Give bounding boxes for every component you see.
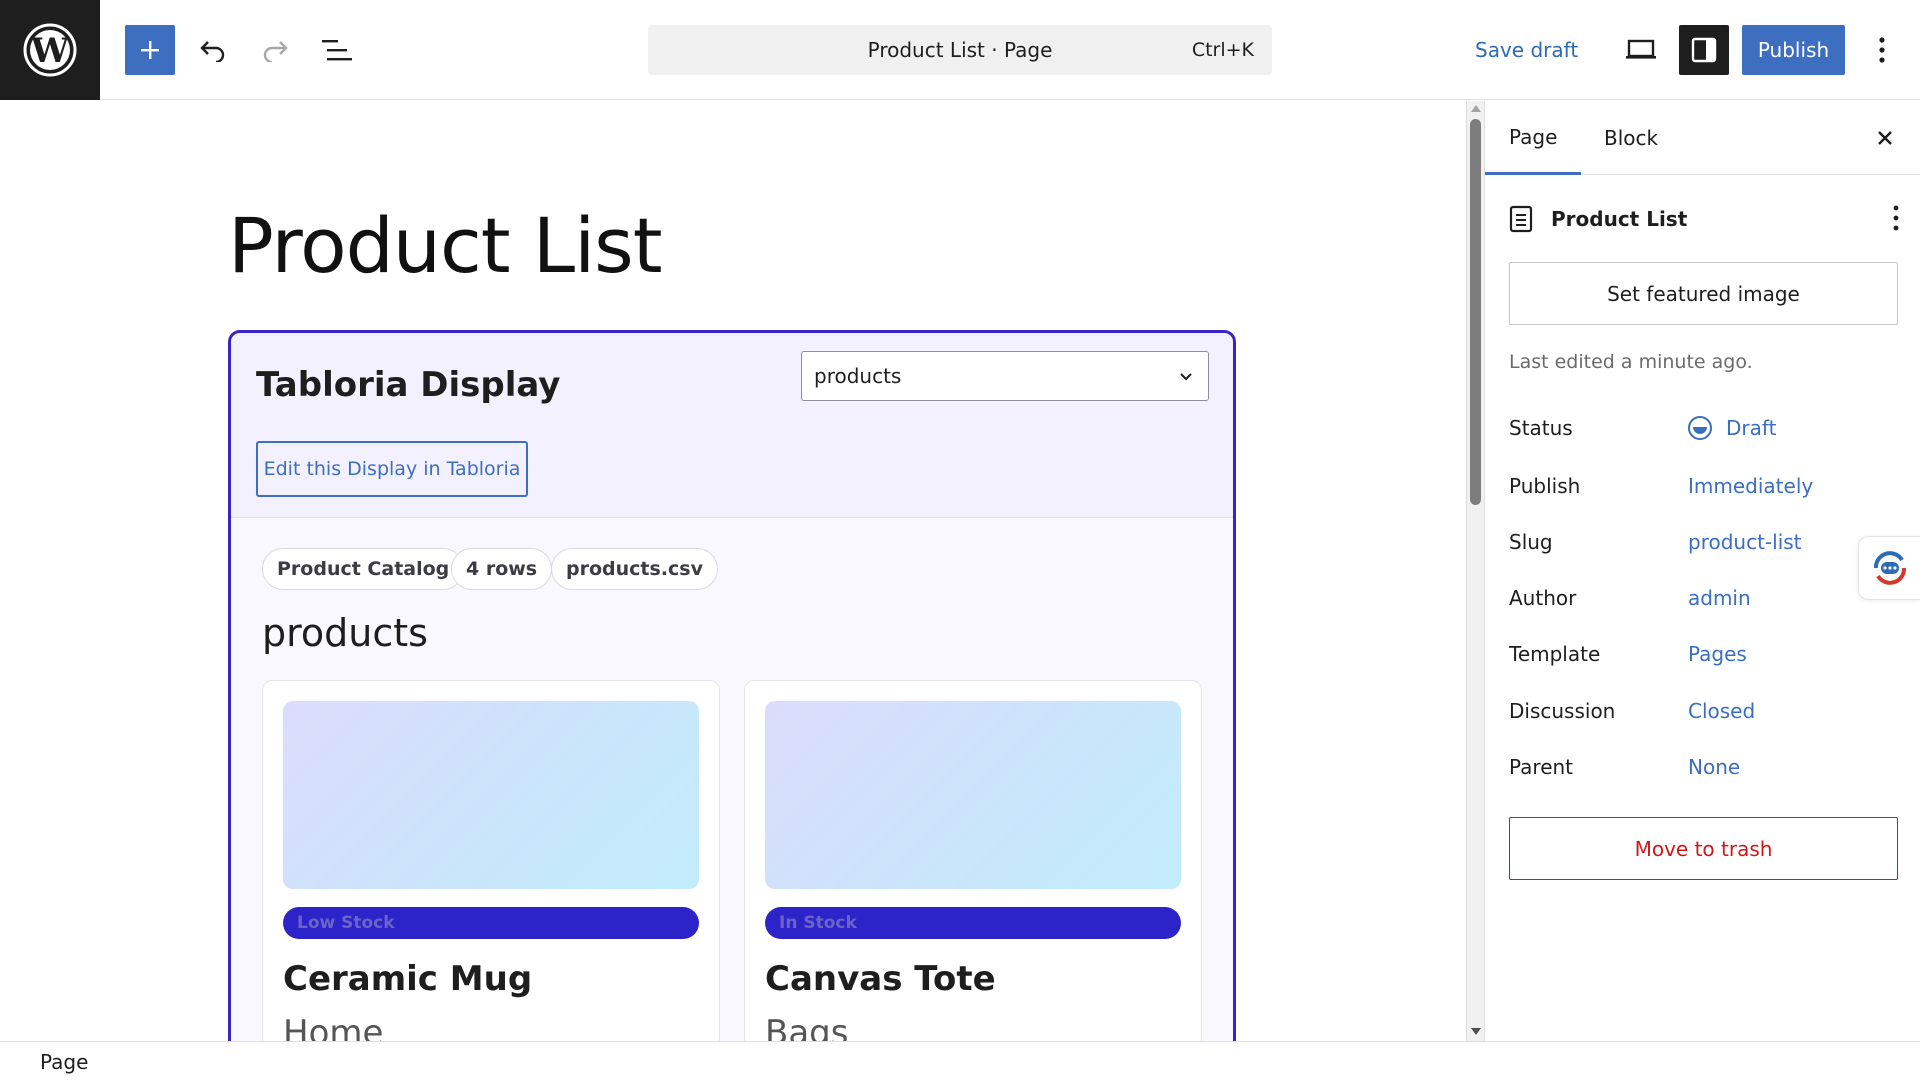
meta-row-author: Author admin bbox=[1509, 578, 1899, 618]
meta-row-slug: Slug product-list bbox=[1509, 522, 1899, 562]
options-button[interactable] bbox=[1858, 25, 1906, 75]
display-select[interactable]: products bbox=[801, 351, 1209, 401]
document-summary-title: Product List bbox=[1551, 207, 1688, 231]
set-featured-image-button[interactable]: Set featured image bbox=[1509, 262, 1898, 325]
draft-status-icon bbox=[1688, 416, 1712, 440]
plus-icon bbox=[141, 41, 159, 59]
meta-label: Author bbox=[1509, 586, 1577, 610]
stock-badge: In Stock bbox=[765, 907, 1181, 939]
editor-header: W Product List · Page Ctrl+K Save draft bbox=[0, 0, 1920, 100]
document-overview-button[interactable] bbox=[312, 25, 362, 75]
sidebar-tabs: Page Block bbox=[1485, 101, 1920, 175]
view-button[interactable] bbox=[1616, 25, 1666, 75]
move-to-trash-button[interactable]: Move to trash bbox=[1509, 817, 1898, 880]
list-view-icon bbox=[322, 40, 352, 61]
settings-sidebar: Page Block Product List Set featured ima… bbox=[1484, 101, 1920, 1041]
product-category: Home bbox=[283, 1013, 384, 1041]
block-header: Tabloria Display products Edit this Disp… bbox=[231, 333, 1233, 518]
meta-row-status: Status Draft bbox=[1509, 408, 1899, 448]
display-subtitle: products bbox=[262, 611, 428, 655]
slug-value[interactable]: product-list bbox=[1688, 530, 1802, 554]
more-vertical-icon[interactable] bbox=[1893, 205, 1899, 231]
status-value-text: Draft bbox=[1726, 416, 1777, 440]
block-heading: Tabloria Display bbox=[256, 365, 561, 405]
editor-footer: Page bbox=[0, 1041, 1920, 1080]
redo-button[interactable] bbox=[250, 25, 300, 75]
display-select-value: products bbox=[814, 364, 902, 388]
product-name: Canvas Tote bbox=[765, 959, 996, 999]
product-card: In Stock Canvas Tote Bags bbox=[744, 680, 1202, 1041]
wordpress-logo-icon[interactable]: W bbox=[0, 0, 100, 100]
close-sidebar-button[interactable] bbox=[1868, 121, 1902, 155]
meta-label: Publish bbox=[1509, 474, 1581, 498]
product-image-placeholder bbox=[765, 701, 1181, 889]
undo-icon bbox=[200, 41, 225, 62]
product-card: Low Stock Ceramic Mug Home bbox=[262, 680, 720, 1041]
document-title: Product List · Page bbox=[867, 38, 1053, 62]
settings-toggle-button[interactable] bbox=[1679, 25, 1729, 75]
meta-row-parent: Parent None bbox=[1509, 747, 1899, 787]
close-icon bbox=[1878, 131, 1892, 145]
last-edited-text: Last edited a minute ago. bbox=[1509, 351, 1753, 373]
meta-row-template: Template Pages bbox=[1509, 634, 1899, 674]
keyboard-shortcut: Ctrl+K bbox=[1191, 39, 1254, 61]
product-category: Bags bbox=[765, 1013, 849, 1041]
author-value[interactable]: admin bbox=[1688, 586, 1751, 610]
tab-block[interactable]: Block bbox=[1580, 101, 1682, 175]
svg-text:W: W bbox=[30, 31, 70, 71]
add-block-button[interactable] bbox=[125, 25, 175, 75]
chat-widget-icon bbox=[1873, 551, 1906, 585]
tab-page[interactable]: Page bbox=[1485, 101, 1582, 175]
scroll-down-arrow-icon[interactable] bbox=[1471, 1028, 1481, 1035]
meta-label: Template bbox=[1509, 642, 1601, 666]
scroll-thumb[interactable] bbox=[1470, 119, 1481, 505]
command-palette-bar[interactable]: Product List · Page Ctrl+K bbox=[648, 25, 1272, 75]
stock-badge: Low Stock bbox=[283, 907, 699, 939]
chat-widget-button[interactable] bbox=[1858, 536, 1920, 600]
chip-file: products.csv bbox=[551, 548, 718, 590]
tabloria-display-block[interactable]: Tabloria Display products Edit this Disp… bbox=[228, 330, 1236, 1041]
meta-label: Parent bbox=[1509, 755, 1574, 779]
meta-row-discussion: Discussion Closed bbox=[1509, 691, 1899, 731]
canvas-scrollbar[interactable] bbox=[1466, 101, 1484, 1041]
desktop-view-icon bbox=[1626, 39, 1656, 59]
meta-row-publish: Publish Immediately bbox=[1509, 466, 1899, 506]
edit-display-button[interactable]: Edit this Display in Tabloria bbox=[256, 441, 528, 497]
chip-rows: 4 rows bbox=[451, 548, 553, 590]
meta-label: Status bbox=[1509, 416, 1573, 440]
document-icon bbox=[1509, 205, 1533, 233]
meta-label: Slug bbox=[1509, 530, 1553, 554]
meta-label: Discussion bbox=[1509, 699, 1616, 723]
editor-canvas: Product List Tabloria Display products E… bbox=[0, 101, 1466, 1041]
undo-button[interactable] bbox=[188, 25, 238, 75]
save-draft-button[interactable]: Save draft bbox=[1475, 25, 1578, 75]
product-name: Ceramic Mug bbox=[283, 959, 533, 999]
more-vertical-icon bbox=[1879, 37, 1885, 63]
publish-button[interactable]: Publish bbox=[1742, 25, 1845, 75]
parent-value[interactable]: None bbox=[1688, 755, 1740, 779]
breadcrumb[interactable]: Page bbox=[40, 1050, 88, 1074]
chip-catalog: Product Catalog bbox=[262, 548, 465, 590]
status-value[interactable]: Draft bbox=[1688, 416, 1776, 440]
product-image-placeholder bbox=[283, 701, 699, 889]
page-title[interactable]: Product List bbox=[228, 201, 663, 290]
scroll-up-arrow-icon[interactable] bbox=[1471, 105, 1481, 112]
chevron-down-icon bbox=[1180, 373, 1192, 381]
sidebar-icon bbox=[1691, 37, 1717, 63]
redo-icon bbox=[263, 41, 288, 62]
document-summary: Product List bbox=[1509, 201, 1899, 237]
template-value[interactable]: Pages bbox=[1688, 642, 1747, 666]
publish-date-value[interactable]: Immediately bbox=[1688, 474, 1813, 498]
discussion-value[interactable]: Closed bbox=[1688, 699, 1755, 723]
